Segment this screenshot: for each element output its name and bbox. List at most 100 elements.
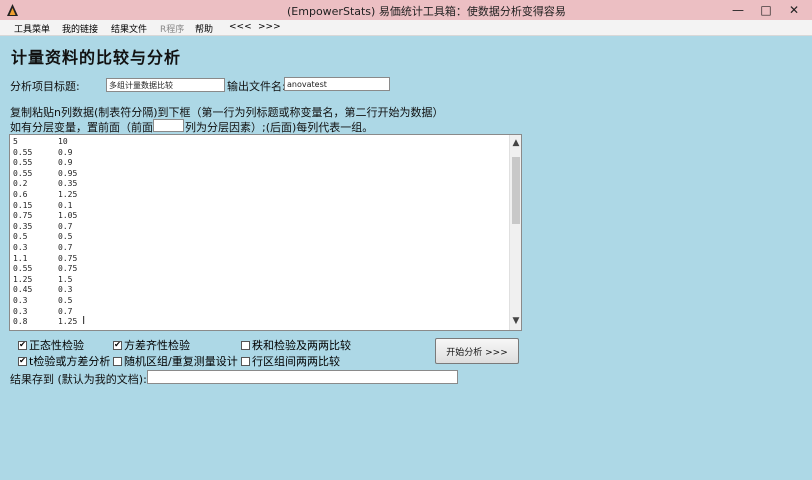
page-title: 计量资料的比较与分析	[11, 48, 182, 67]
data-row: 0.55 0.95	[13, 169, 77, 180]
data-cell: 0.8	[13, 317, 28, 327]
scroll-down-icon[interactable]: ▼	[510, 314, 521, 328]
checkbox-label: 随机区组/重复测量设计	[124, 355, 238, 368]
data-cell: 1.25	[58, 189, 78, 199]
project-title-label: 分析项目标题:	[10, 80, 80, 93]
checkbox-label: 行区组间两两比较	[252, 355, 340, 368]
data-cell: 0.75	[58, 253, 78, 263]
app-logo-icon	[7, 4, 18, 16]
check-icon[interactable]	[241, 356, 250, 366]
data-rows: 5 10 0.55 0.9 0.55 0.9 0.55 0.95 0.2 0.35 0.6 1.25 0…	[13, 137, 77, 328]
data-textarea[interactable]: 5 10 0.55 0.9 0.55 0.9 0.55 0.95 0.2 0.35 0.6 1.25 0…	[9, 134, 522, 331]
save-location-label: 结果存到 (默认为我的文档):	[10, 373, 147, 386]
data-cell: 1.25	[58, 317, 78, 327]
data-cell: 1.1	[13, 253, 28, 263]
data-row: 0.3 0.7	[13, 307, 77, 318]
data-row: 5 10	[13, 137, 77, 148]
data-cell: 1.5	[58, 274, 73, 284]
check-icon[interactable]	[241, 340, 250, 350]
data-cell: 0.75	[13, 211, 33, 221]
start-analysis-button[interactable]: 开始分析 >>>	[435, 338, 519, 364]
check-icon[interactable]: ✔	[113, 340, 122, 350]
data-row: 1.25 1.5	[13, 275, 77, 286]
checkbox-variance-homogeneity[interactable]: ✔ 方差齐性检验	[113, 337, 190, 353]
menu-prev[interactable]: <<<	[229, 22, 252, 32]
data-row: 0.45 0.3	[13, 285, 77, 296]
data-cell: 0.5	[13, 232, 28, 242]
menu-result-files[interactable]: 结果文件	[111, 22, 147, 35]
save-location-input[interactable]	[147, 370, 458, 384]
data-cell: 0.7	[58, 306, 73, 316]
data-cell: 0.3	[13, 295, 28, 305]
data-scrollbar[interactable]: ▲ ▼	[509, 135, 521, 330]
close-button[interactable]: ✕	[780, 2, 808, 18]
project-title-input[interactable]	[106, 78, 225, 92]
checkbox-label: t检验或方差分析	[29, 355, 111, 368]
menu-help[interactable]: 帮助	[195, 22, 213, 35]
data-cell: 0.9	[58, 147, 73, 157]
data-row: 0.6 1.25	[13, 190, 77, 201]
data-cell: 0.15	[13, 200, 33, 210]
menu-tools[interactable]: 工具菜单	[14, 22, 50, 35]
check-icon[interactable]: ✔	[18, 356, 27, 366]
checkbox-rank-sum-test[interactable]: 秩和检验及两两比较	[241, 337, 351, 353]
check-icon[interactable]: ✔	[18, 340, 27, 350]
title-bar: (EmpowerStats) 易価统计工具箱：使数据分析变得容易 — □ ✕	[0, 0, 812, 20]
output-file-label: 输出文件名:	[227, 80, 286, 93]
data-row: 0.5 0.5	[13, 232, 77, 243]
checkbox-t-test-anova[interactable]: ✔ t检验或方差分析	[18, 353, 110, 369]
data-row: 0.55 0.75	[13, 264, 77, 275]
data-row: 0.3 0.7	[13, 243, 77, 254]
data-row: 0.2 0.35	[13, 179, 77, 190]
data-cell: 0.75	[58, 264, 78, 274]
data-row: 0.35 0.7	[13, 222, 77, 233]
data-cell: 1.25	[13, 274, 33, 284]
data-cell: 0.3	[13, 306, 28, 316]
data-row: 0.8 1.25	[13, 317, 77, 328]
data-cell: 0.55	[13, 158, 33, 168]
data-cell: 0.55	[13, 168, 33, 178]
data-cell: 0.3	[58, 285, 73, 295]
data-cell: 0.5	[58, 295, 73, 305]
data-row: 0.55 0.9	[13, 158, 77, 169]
checkbox-label: 方差齐性检验	[124, 339, 190, 352]
data-row: 0.15 0.1	[13, 201, 77, 212]
data-cell: 0.95	[58, 168, 78, 178]
checkbox-random-block-design[interactable]: 随机区组/重复测量设计	[113, 353, 238, 369]
data-row: 0.55 0.9	[13, 148, 77, 159]
instruction-line-2-before: 如有分层变量，置前面（前面	[10, 121, 153, 134]
data-cell: 0.45	[13, 285, 33, 295]
menu-my-links[interactable]: 我的链接	[62, 22, 98, 35]
data-cell: 5	[13, 137, 18, 146]
checkbox-normality-test[interactable]: ✔ 正态性检验	[18, 337, 84, 353]
data-cell: 0.55	[13, 264, 33, 274]
data-cell: 0.55	[13, 147, 33, 157]
checkbox-label: 正态性检验	[29, 339, 84, 352]
data-cell: 0.3	[13, 242, 28, 252]
data-cell: 1.05	[58, 211, 78, 221]
scroll-up-icon[interactable]: ▲	[510, 136, 521, 150]
checkbox-row-block-pairwise[interactable]: 行区组间两两比较	[241, 353, 340, 369]
strata-count-input[interactable]	[153, 119, 184, 132]
data-cell: 0.1	[58, 200, 73, 210]
scroll-thumb[interactable]	[512, 157, 520, 224]
output-file-input[interactable]	[284, 77, 390, 91]
maximize-button[interactable]: □	[752, 2, 780, 18]
data-cell: 0.5	[58, 232, 73, 242]
data-row: 0.3 0.5	[13, 296, 77, 307]
data-row: 0.75 1.05	[13, 211, 77, 222]
menu-r-program[interactable]: R程序	[160, 22, 184, 35]
checkbox-label: 秩和检验及两两比较	[252, 339, 351, 352]
data-cell: 0.9	[58, 158, 73, 168]
instruction-line-1: 复制粘贴n列数据(制表符分隔)到下框（第一行为列标题或称变量名，第二行开始为数据…	[10, 106, 444, 119]
data-cell: 10	[58, 137, 68, 146]
menu-next[interactable]: >>>	[258, 22, 281, 32]
menu-bar: 工具菜单 我的链接 结果文件 R程序 帮助 <<< >>>	[0, 20, 812, 36]
minimize-button[interactable]: —	[724, 2, 752, 18]
window-title: (EmpowerStats) 易価统计工具箱：使数据分析变得容易	[287, 5, 566, 18]
instruction-line-2-after: 列为分层因素）;(后面)每列代表一组。	[185, 121, 374, 134]
data-row: 1.1 0.75	[13, 254, 77, 265]
check-icon[interactable]	[113, 356, 122, 366]
text-cursor-icon: I	[82, 314, 86, 327]
data-cell: 0.7	[58, 242, 73, 252]
